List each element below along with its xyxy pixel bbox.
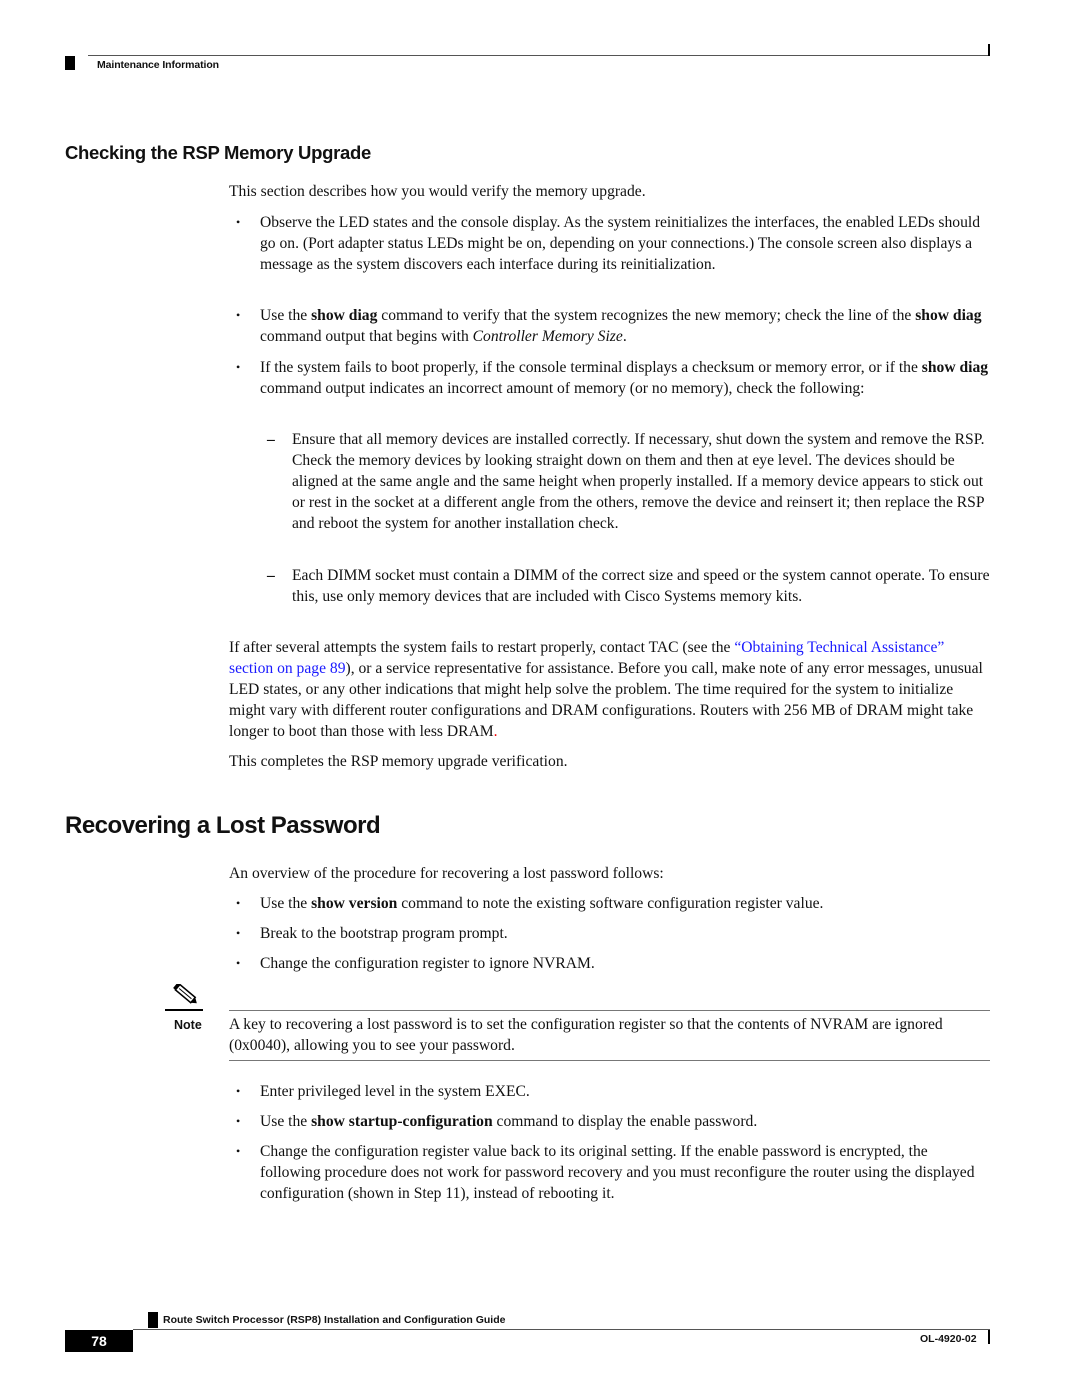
command-text: show diag (921, 359, 989, 376)
list-item-text: Observe the LED states and the console d… (260, 214, 980, 273)
list-item-text: Use the show version command to note the… (260, 895, 824, 912)
list-item-text: Change the configuration register to ign… (260, 955, 595, 972)
running-header: Maintenance Information (97, 59, 219, 71)
command-text: show diag (915, 307, 982, 324)
section1-closing: This completes the RSP memory upgrade ve… (229, 753, 568, 770)
bullet-icon: • (236, 1084, 241, 1098)
command-text: show version (311, 895, 398, 912)
footer-rule (133, 1329, 990, 1330)
bullet-icon: • (236, 956, 241, 970)
list-item-text: Break to the bootstrap program prompt. (260, 925, 508, 942)
section-heading-lost-password: Recovering a Lost Password (65, 812, 381, 839)
sub-list-item-text: Ensure that all memory devices are insta… (292, 431, 985, 532)
footer-block (148, 1312, 158, 1328)
header-tick (988, 44, 990, 56)
list-item-text: If the system fails to boot properly, if… (260, 359, 989, 397)
list-item-text: Enter privileged level in the system EXE… (260, 1083, 530, 1100)
dash-icon: – (267, 431, 275, 448)
command-text: show startup-configuration (311, 1113, 493, 1130)
list-item-text: Change the configuration register value … (260, 1143, 975, 1202)
bullet-icon: • (236, 1144, 241, 1158)
note-bottom-rule (229, 1060, 990, 1061)
document-id: OL-4920-02 (920, 1333, 977, 1345)
command-text: show diag (311, 307, 378, 324)
bullet-icon: • (236, 926, 241, 940)
bullet-icon: • (236, 896, 241, 910)
note-text: A key to recovering a lost password is t… (229, 1016, 943, 1054)
bullet-icon: • (236, 1114, 241, 1128)
list-item-text: Use the show diag command to verify that… (260, 307, 982, 345)
support-paragraph: If after several attempts the system fai… (229, 639, 983, 740)
bullet-icon: • (236, 215, 241, 229)
bullet-icon: • (236, 308, 241, 322)
dash-icon: – (267, 567, 275, 584)
bullet-icon: • (236, 360, 241, 374)
section1-intro: This section describes how you would ver… (229, 183, 646, 200)
list-item-text: Use the show startup-configuration comma… (260, 1113, 758, 1130)
page-number: 78 (65, 1330, 133, 1352)
sub-list-item-text: Each DIMM socket must contain a DIMM of … (292, 567, 990, 605)
footer-tick (988, 1330, 990, 1344)
pencil-note-icon (165, 984, 203, 1011)
section-heading-memory-upgrade: Checking the RSP Memory Upgrade (65, 142, 371, 163)
output-field-text: Controller Memory Size (472, 328, 623, 345)
section2-intro: An overview of the procedure for recover… (229, 865, 664, 882)
header-rule (88, 55, 990, 56)
header-block (65, 56, 75, 70)
note-label: Note (174, 1018, 202, 1032)
guide-title: Route Switch Processor (RSP8) Installati… (163, 1314, 506, 1326)
note-top-rule (229, 1010, 990, 1011)
